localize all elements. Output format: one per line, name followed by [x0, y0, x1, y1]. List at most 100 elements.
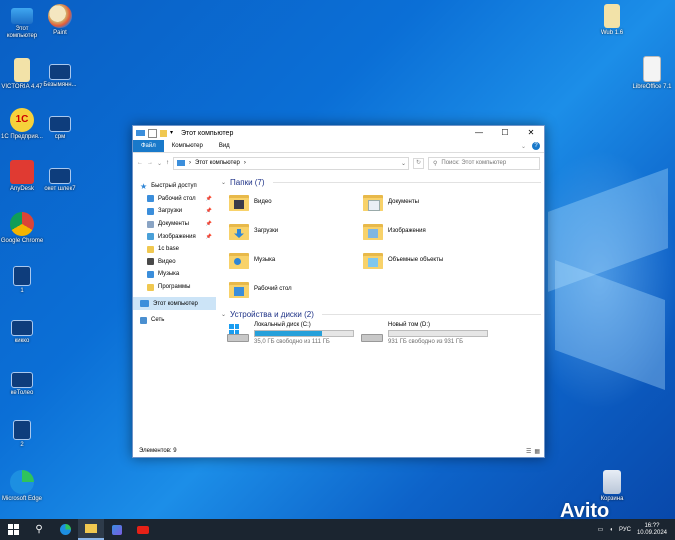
drives-group-header[interactable]: ⌄ Устройства и диски (2)	[221, 308, 541, 320]
content-pane: ⌄ Папки (7) Видео Документы Загрузки Изо…	[217, 176, 544, 441]
search-input[interactable]: ⚲ Поиск: Этот компьютер	[428, 156, 540, 170]
desktop-icon-crm[interactable]: срм	[38, 116, 82, 141]
nav-label: Быстрый доступ	[151, 183, 197, 190]
nav-label: Этот компьютер	[153, 300, 198, 307]
nav-item-pictures[interactable]: Изображения 📌	[133, 230, 216, 243]
nav-item-documents[interactable]: Документы 📌	[133, 218, 216, 231]
anydesk-icon	[10, 160, 34, 184]
shortcut-icon	[49, 168, 71, 184]
forward-icon[interactable]: →	[147, 160, 153, 166]
nav-item-video[interactable]: Видео	[133, 256, 216, 269]
new-folder-icon[interactable]	[160, 129, 167, 137]
search-button[interactable]: ⚲	[26, 519, 52, 540]
nav-network[interactable]: Сеть	[133, 314, 216, 327]
taskbar-edge[interactable]	[52, 519, 78, 540]
desktop-icon-shortcut[interactable]: окет шлек7	[38, 168, 82, 193]
clock[interactable]: 16:?? 10.09.2024	[637, 523, 667, 537]
recent-icon[interactable]: ⌄	[157, 160, 162, 167]
youtube-icon	[137, 525, 149, 534]
nav-item-desktop[interactable]: Рабочий стол 📌	[133, 193, 216, 206]
1c-icon: 1С	[10, 108, 34, 132]
close-button[interactable]: ✕	[518, 126, 544, 140]
address-chevron[interactable]: ›	[244, 160, 246, 166]
folder-item[interactable]: Музыка	[229, 251, 275, 269]
downloads-folder-icon	[229, 222, 249, 240]
nav-label: Программы	[158, 284, 191, 291]
desktop-icon-label: Google Chrome	[0, 238, 44, 244]
folder-item[interactable]: Объемные объекты	[363, 251, 443, 269]
title-bar: ▾ Этот компьютер — ☐ ✕	[133, 126, 544, 140]
address-bar[interactable]: › Этот компьютер › ⌄	[173, 156, 409, 170]
nav-item-programs[interactable]: Программы	[133, 281, 216, 294]
folders-group-header[interactable]: ⌄ Папки (7)	[221, 176, 541, 188]
start-button[interactable]	[0, 519, 26, 540]
folder-item[interactable]: Рабочий стол	[229, 280, 292, 298]
address-row: ← → ⌄ ↑ › Этот компьютер › ⌄ ↻ ⚲ Поиск: …	[133, 153, 544, 173]
ribbon-right: ⌄ ?	[521, 140, 544, 152]
desktop-icon	[147, 195, 154, 203]
desktop-icon-label: Wub 1.6	[600, 30, 624, 36]
address-dropdown-icon[interactable]: ⌄	[401, 160, 406, 167]
nav-item-downloads[interactable]: Загрузки 📌	[133, 205, 216, 218]
volume-icon[interactable]: ◖	[609, 527, 613, 533]
large-icons-view-icon[interactable]: ▦	[534, 448, 540, 455]
drive-item-c[interactable]: Локальный диск (C:) 35,0 ГБ свободно из …	[227, 322, 354, 345]
desktop-icon-edge[interactable]: Microsoft Edge	[0, 470, 44, 503]
file-icon	[14, 58, 30, 82]
folder-label: Рабочий стол	[254, 286, 292, 292]
desktop-icon-ketoleo[interactable]: кеТолео	[0, 372, 44, 397]
details-view-icon[interactable]: ☰	[526, 448, 531, 455]
drive-item-d[interactable]: Новый том (D:) 931 ГБ свободно из 931 ГБ	[361, 322, 488, 345]
drive-icon	[361, 328, 383, 342]
this-pc-icon	[136, 130, 145, 136]
documents-icon	[147, 220, 154, 228]
desktop-icon-label: 1	[20, 288, 24, 294]
folder-item[interactable]: Видео	[229, 193, 272, 211]
minimize-button[interactable]: —	[466, 126, 492, 140]
desktop-icon-2[interactable]: 2	[0, 420, 44, 449]
expand-ribbon-icon[interactable]: ⌄	[521, 143, 526, 150]
clock-date: 10.09.2024	[636, 529, 667, 536]
tab-view[interactable]: Вид	[211, 140, 238, 152]
properties-icon[interactable]	[148, 128, 157, 138]
this-pc-icon	[11, 8, 33, 24]
chevron-down-icon[interactable]: ▾	[170, 130, 175, 137]
nav-item-music[interactable]: Музыка	[133, 268, 216, 281]
tab-computer[interactable]: Компьютер	[164, 140, 211, 152]
edge-icon	[10, 470, 34, 494]
desktop-icon-recycle-bin[interactable]: Корзина	[590, 470, 634, 503]
address-path[interactable]: Этот компьютер	[195, 160, 240, 166]
folder-item[interactable]: Изображения	[363, 222, 426, 240]
tab-file[interactable]: Файл	[133, 140, 164, 152]
chrome-icon	[10, 212, 34, 236]
taskbar-explorer[interactable]	[78, 519, 104, 540]
help-icon[interactable]: ?	[532, 142, 540, 150]
desktop-icon-chrome[interactable]: Google Chrome	[0, 212, 44, 245]
desktop-icon-paint[interactable]: Paint	[38, 4, 82, 37]
back-icon[interactable]: ←	[137, 160, 143, 166]
desktop-icon-unnamed[interactable]: Безымянн...	[38, 62, 82, 89]
desktop-icon-label: кеТолео	[10, 390, 34, 396]
refresh-icon[interactable]: ↻	[413, 157, 424, 169]
taskbar-youtube[interactable]	[130, 519, 156, 540]
up-icon[interactable]: ↑	[166, 160, 169, 166]
drive-label: Новый том (D:)	[388, 322, 430, 328]
nav-item-1c-base[interactable]: 1c base	[133, 243, 216, 256]
language-indicator[interactable]: РУС	[619, 527, 631, 533]
network-icon[interactable]: ▭	[598, 526, 604, 533]
desktop-icon-kikko[interactable]: кикко	[0, 320, 44, 345]
libreoffice-icon	[643, 56, 661, 82]
nav-quick-access[interactable]: ★ Быстрый доступ	[133, 180, 216, 193]
desktop-icon-libreoffice[interactable]: LibreOffice 7.1	[630, 56, 674, 91]
folder-item[interactable]: Документы	[363, 193, 419, 211]
pin-icon: 📌	[205, 233, 212, 240]
maximize-button[interactable]: ☐	[492, 126, 518, 140]
address-chevron[interactable]: ›	[189, 160, 191, 166]
taskbar-app[interactable]	[104, 519, 130, 540]
nav-this-pc[interactable]: Этот компьютер	[133, 297, 216, 310]
desktop-icon-1[interactable]: 1	[0, 266, 44, 295]
folder-item[interactable]: Загрузки	[229, 222, 278, 240]
nav-label: 1c base	[158, 246, 180, 253]
drive-usage-fill	[255, 331, 323, 336]
desktop-icon-wub[interactable]: Wub 1.6	[590, 4, 634, 37]
